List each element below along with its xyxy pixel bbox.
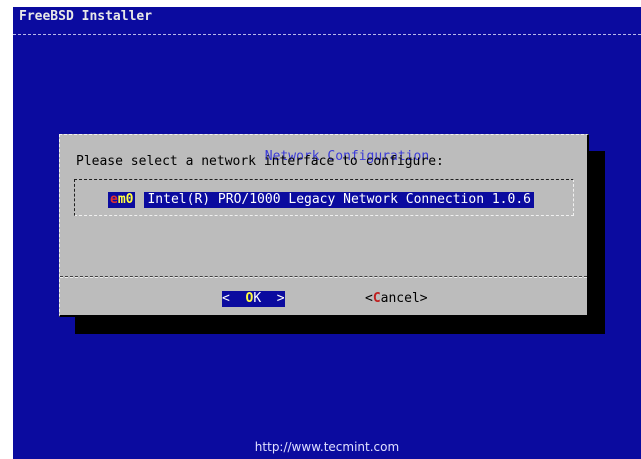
title-divider — [13, 34, 641, 35]
dialog-prompt: Please select a network interface to con… — [76, 154, 444, 169]
ok-button[interactable]: < OK > — [222, 291, 285, 307]
cancel-button-right-bracket: > — [419, 291, 428, 306]
menu-item-description: Intel(R) PRO/1000 Legacy Network Connect… — [144, 191, 534, 208]
menu-item-em0[interactable]: em0 Intel(R) PRO/1000 Legacy Network Con… — [108, 191, 534, 208]
menu-item-tag: em0 — [108, 191, 136, 208]
installer-screen: FreeBSD Installer Network Configuration … — [13, 7, 641, 459]
watermark-text: http://www.tecmint.com — [254, 440, 400, 454]
cancel-button-label-rest: ancel — [380, 291, 420, 306]
menu-item-tag-hotkey: e — [110, 191, 118, 207]
menu-item-tag-rest: m0 — [117, 191, 134, 207]
ok-button-left-bracket: < — [222, 291, 230, 306]
button-divider — [60, 277, 587, 278]
cancel-button[interactable]: < Cancel > — [365, 291, 428, 307]
ok-button-right-bracket: > — [276, 291, 285, 306]
ok-button-hotkey: O — [245, 291, 254, 306]
interface-menu: em0 Intel(R) PRO/1000 Legacy Network Con… — [74, 179, 574, 216]
ok-button-label-rest: K — [253, 291, 262, 306]
cancel-button-hotkey: C — [372, 291, 381, 306]
network-configuration-dialog: Network Configuration Please select a ne… — [59, 134, 589, 317]
installer-title: FreeBSD Installer — [19, 9, 153, 24]
cancel-button-left-bracket: < — [365, 291, 373, 306]
